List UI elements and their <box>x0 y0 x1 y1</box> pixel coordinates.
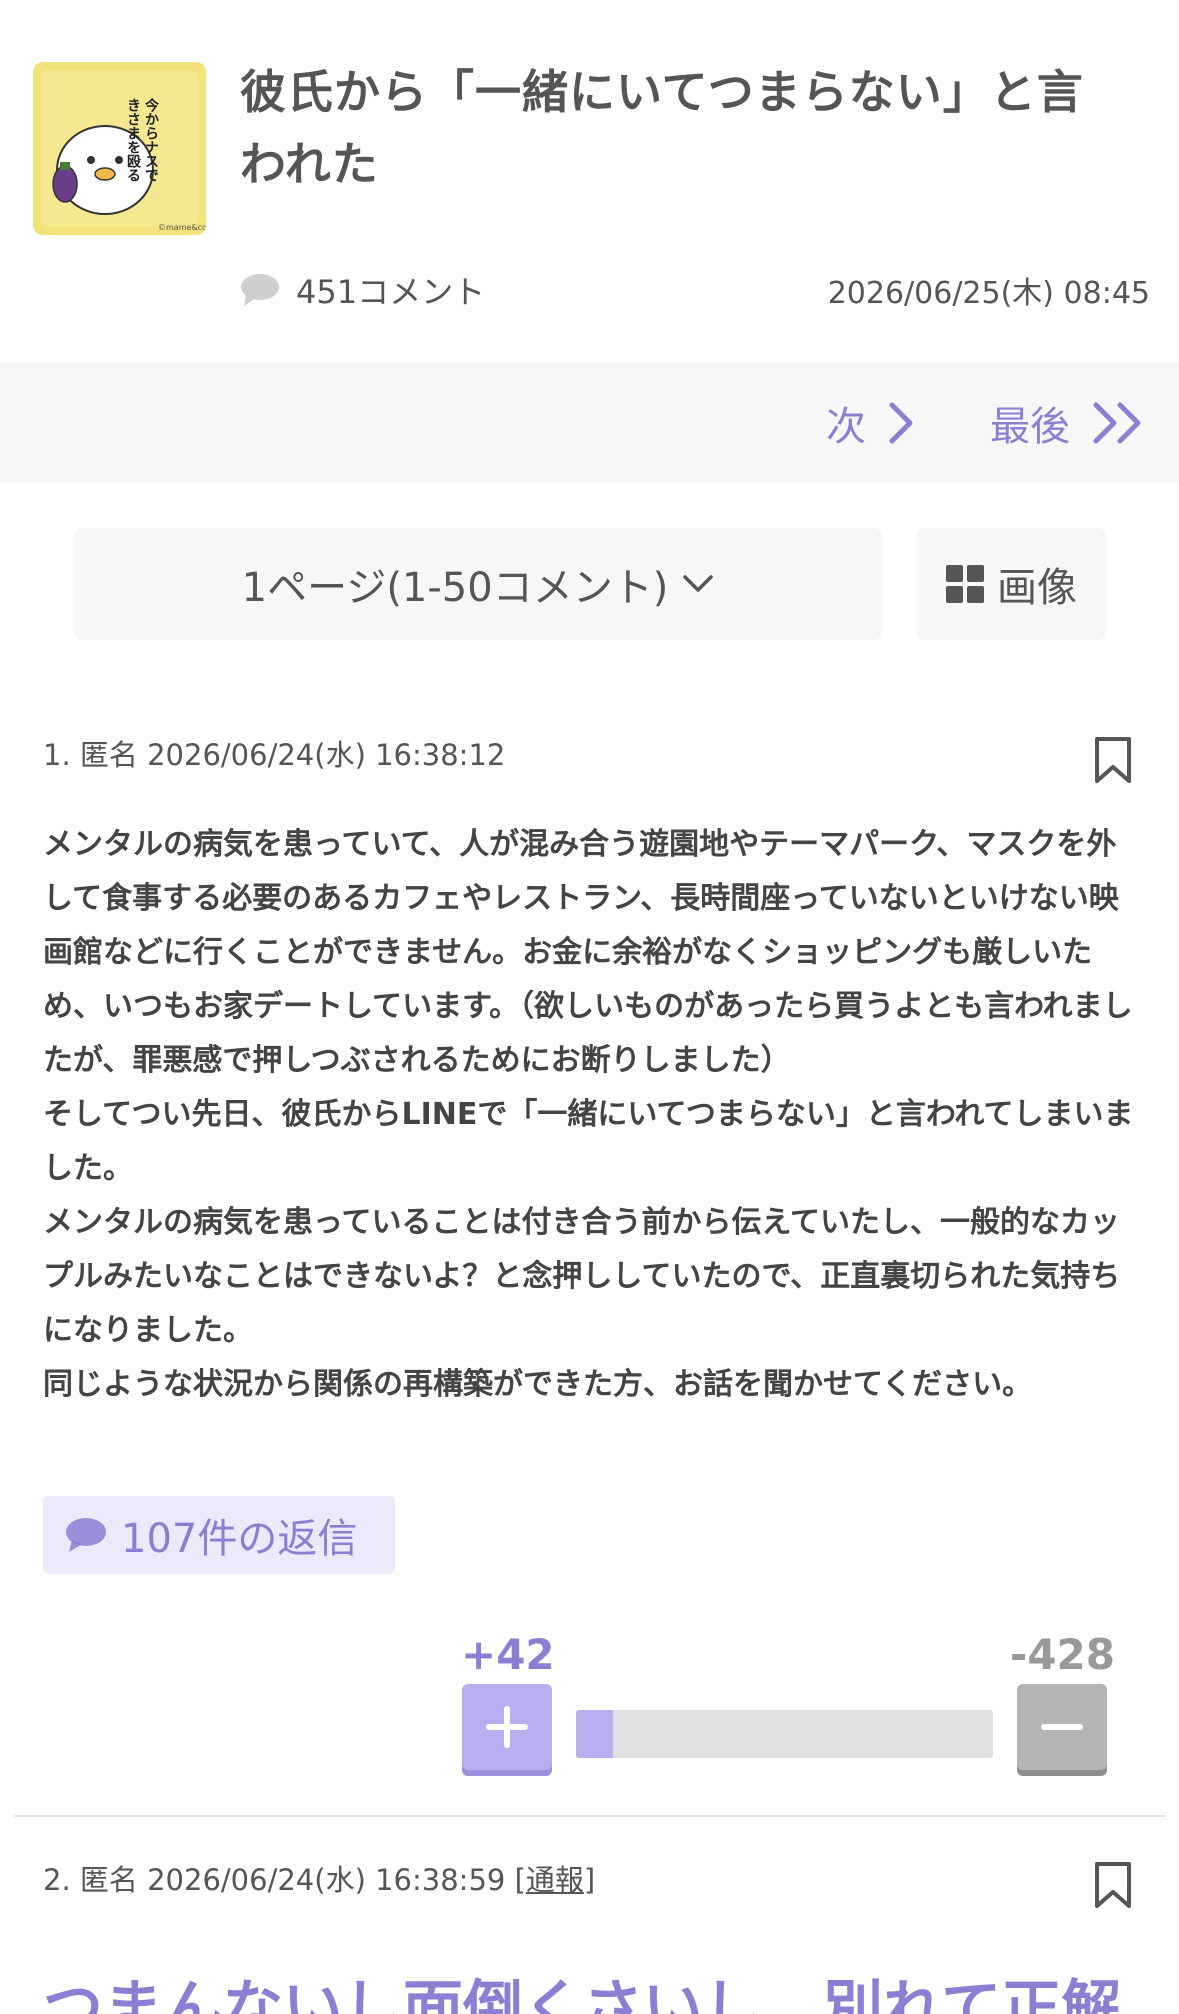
report-link[interactable]: 通報 <box>526 1863 584 1897</box>
comment-count-label: 451コメント <box>296 273 486 311</box>
comment-meta-text: 2. 匿名 2026/06/24(水) 16:38:59 <box>43 1863 506 1897</box>
chevron-down-icon <box>683 575 714 592</box>
minus-icon <box>1041 1724 1083 1730</box>
comment-body: つまんないし面倒くさいし、別れて正解 <box>43 1974 1122 2014</box>
posted-date: 2026/06/25(木) 08:45 <box>827 276 1150 311</box>
comment-paragraph: 同じような状況から関係の再構築ができた方、お話を聞かせてください。 <box>43 1367 1033 1402</box>
last-page-label: 最後 <box>990 404 1070 450</box>
comment-count: 451コメント <box>240 262 485 318</box>
speech-bubble-icon <box>66 1518 106 1552</box>
bookmark-icon[interactable] <box>1094 1861 1132 1909</box>
topic-meta: 451コメント 2026/06/25(木) 08:45 <box>240 262 1150 318</box>
minus-vote-button[interactable] <box>1017 1684 1107 1770</box>
next-page-label: 次 <box>826 404 866 450</box>
pager-bar: 次 最後 <box>0 363 1179 483</box>
speech-bubble-icon <box>241 274 279 306</box>
page-select-label: 1ページ(1-50コメント) <box>241 565 669 611</box>
comment-divider <box>14 1815 1166 1817</box>
vote-ratio-bar <box>576 1710 993 1758</box>
comment-paragraph: メンタルの病気を患っていることは付き合う前から伝えていたし、一般的なカップルみた… <box>43 1205 1121 1348</box>
last-page-link[interactable]: 最後 <box>990 363 1144 483</box>
plus-icon <box>486 1706 528 1748</box>
svg-text:きさまを殴る: きさまを殴る <box>125 98 141 182</box>
bookmark-icon[interactable] <box>1094 736 1132 784</box>
grid-icon <box>946 565 984 603</box>
vote-area: +42 -428 <box>0 1630 1179 1810</box>
topic-header: 今からナスで きさまを殴る ©mame&co 彼氏から「一緒にいてつまらない」と… <box>0 0 1179 360</box>
plus-vote-button[interactable] <box>462 1684 552 1770</box>
topic-title: 彼氏から「一緒にいてつまらない」と言われた <box>240 65 1084 191</box>
comment-meta: 2. 匿名 2026/06/24(水) 16:38:59 [通報] <box>43 1863 596 1897</box>
replies-button[interactable]: 107件の返信 <box>43 1496 395 1574</box>
vote-ratio-fill <box>576 1710 614 1758</box>
image-view-button[interactable]: 画像 <box>916 528 1106 640</box>
comment-meta: 1. 匿名 2026/06/24(水) 16:38:12 <box>43 738 506 772</box>
comment-paragraph: メンタルの病気を患っていて、人が混み合う遊園地やテーマパーク、マスクを外して食事… <box>43 827 1133 1078</box>
comment-body: メンタルの病気を患っていて、人が混み合う遊園地やテーマパーク、マスクを外して食事… <box>43 818 1143 1412</box>
next-page-link[interactable]: 次 <box>826 363 914 483</box>
thumbnail-illustration: 今からナスで きさまを殴る ©mame&co <box>33 62 206 235</box>
image-view-label: 画像 <box>997 565 1077 611</box>
double-chevron-right-icon <box>1093 402 1141 444</box>
chevron-right-icon <box>889 402 913 444</box>
topic-thumbnail[interactable]: 今からナスで きさまを殴る ©mame&co <box>33 62 206 235</box>
thumbnail-text: 今からナスで <box>143 97 160 182</box>
comment-paragraph: そしてつい先日、彼氏からLINEで「一緒にいてつまらない」と言われてしまいました… <box>43 1097 1134 1186</box>
replies-label: 107件の返信 <box>121 1516 358 1562</box>
plus-vote-count: +42 <box>461 1630 555 1679</box>
minus-vote-count: -428 <box>1009 1630 1115 1679</box>
page-select-dropdown[interactable]: 1ページ(1-50コメント) <box>74 528 882 640</box>
thumbnail-credit: ©mame&co <box>158 223 206 232</box>
